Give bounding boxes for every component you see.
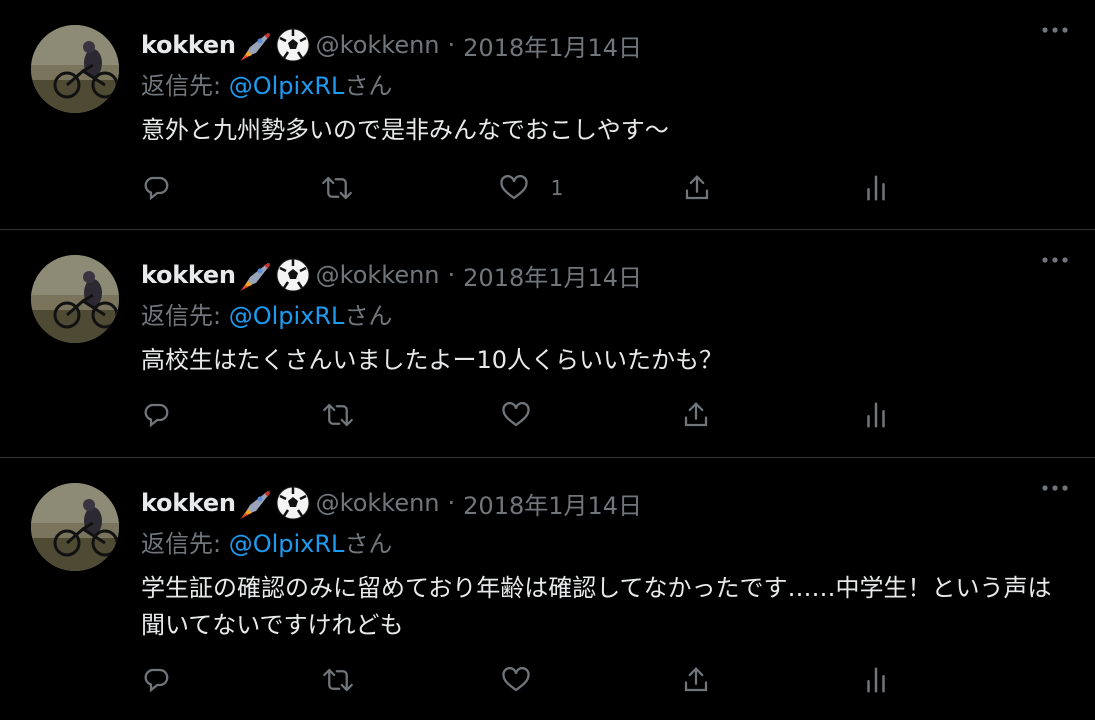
retweet-button[interactable] (321, 665, 381, 695)
tweet-actions: 1 (141, 168, 921, 208)
retweet-icon (323, 403, 353, 427)
tweet[interactable]: kokken @kokkenn · 2018年1月14日 返信先: @Olpix… (0, 230, 1095, 458)
separator-dot: · (447, 489, 456, 517)
tweet-actions (141, 660, 921, 700)
avatar-cyclist-image (31, 255, 119, 343)
reply-icon (144, 176, 169, 201)
like-button[interactable] (501, 665, 561, 695)
soccer-ball-icon (276, 28, 310, 62)
tweet-text: 学生証の確認のみに留めており年齢は確認してなかったです……中学生！という声は聞い… (141, 574, 1052, 639)
reply-suffix: さん (344, 72, 393, 100)
avatar-cyclist-image (31, 483, 119, 571)
separator-dot: · (447, 261, 456, 289)
heart-icon (500, 175, 528, 200)
tweet-header: kokken @kokkenn · 2018年1月14日 (141, 480, 1075, 526)
reply-prefix: 返信先: (141, 72, 229, 100)
display-name[interactable]: kokken (141, 31, 236, 59)
reply-prefix: 返信先: (141, 530, 229, 558)
retweet-icon (323, 668, 353, 692)
tweet[interactable]: kokken @kokkenn · 2018年1月14日 返信先: @Olpix… (0, 458, 1095, 720)
avatar[interactable] (31, 25, 119, 113)
share-button[interactable] (681, 400, 741, 430)
avatar[interactable] (31, 483, 119, 571)
heart-icon (502, 402, 530, 427)
display-name[interactable]: kokken (141, 261, 236, 289)
analytics-icon (867, 667, 885, 693)
like-button[interactable] (501, 400, 561, 430)
analytics-icon (867, 175, 885, 201)
rocket-icon (238, 29, 274, 61)
reply-button[interactable] (141, 665, 201, 695)
reply-to-line: 返信先: @OlpixRLさん (141, 298, 1075, 334)
soccer-ball-icon (276, 486, 310, 520)
more-options-button[interactable] (1035, 240, 1075, 280)
tweet-date[interactable]: 2018年1月14日 (463, 486, 642, 521)
retweet-button[interactable] (321, 400, 381, 430)
user-handle[interactable]: @kokkenn (316, 261, 440, 289)
reply-suffix: さん (344, 530, 393, 558)
analytics-button[interactable] (861, 173, 921, 203)
display-name[interactable]: kokken (141, 489, 236, 517)
avatar[interactable] (31, 255, 119, 343)
analytics-icon (867, 402, 885, 428)
share-button[interactable] (681, 665, 741, 695)
reply-icon (144, 668, 169, 693)
user-handle[interactable]: @kokkenn (316, 489, 440, 517)
reply-mention-link[interactable]: @OlpixRL (229, 530, 345, 558)
analytics-button[interactable] (861, 400, 921, 430)
tweet-header: kokken @kokkenn · 2018年1月14日 (141, 22, 1075, 68)
avatar-cyclist-image (31, 25, 119, 113)
tweet[interactable]: kokken @kokkenn · 2018年1月14日 返信先: @Olpix… (0, 0, 1095, 230)
retweet-icon (321, 176, 352, 200)
reply-button[interactable] (141, 173, 201, 203)
more-options-button[interactable] (1035, 468, 1075, 508)
reply-icon (144, 403, 169, 428)
analytics-button[interactable] (861, 665, 921, 695)
heart-icon (502, 667, 530, 692)
tweet-text: 高校生はたくさんいましたよー10人くらいいたかも？ (141, 346, 724, 374)
timeline: kokken @kokkenn · 2018年1月14日 返信先: @Olpix… (0, 0, 1095, 720)
tweet-header: kokken @kokkenn · 2018年1月14日 (141, 252, 1075, 298)
like-button[interactable]: 1 (499, 173, 564, 203)
share-icon (686, 175, 709, 200)
reply-prefix: 返信先: (141, 302, 229, 330)
share-icon (684, 402, 708, 427)
rocket-icon (238, 259, 274, 291)
separator-dot: · (447, 31, 456, 59)
soccer-ball-icon (276, 258, 310, 292)
more-options-icon (1042, 27, 1068, 33)
more-options-icon (1042, 257, 1068, 263)
reply-button[interactable] (141, 400, 201, 430)
reply-suffix: さん (344, 302, 393, 330)
more-options-button[interactable] (1035, 10, 1075, 50)
user-handle[interactable]: @kokkenn (316, 31, 440, 59)
reply-mention-link[interactable]: @OlpixRL (229, 72, 345, 100)
reply-to-line: 返信先: @OlpixRLさん (141, 68, 1075, 104)
rocket-icon (238, 487, 274, 519)
reply-mention-link[interactable]: @OlpixRL (229, 302, 345, 330)
tweet-actions (141, 395, 921, 435)
reply-to-line: 返信先: @OlpixRLさん (141, 526, 1075, 562)
tweet-date[interactable]: 2018年1月14日 (463, 28, 642, 63)
share-button[interactable] (682, 173, 742, 203)
share-icon (684, 667, 708, 692)
more-options-icon (1042, 485, 1068, 491)
tweet-date[interactable]: 2018年1月14日 (463, 258, 642, 293)
retweet-button[interactable] (320, 173, 380, 203)
tweet-text: 意外と九州勢多いので是非みんなでおこしやす〜 (141, 116, 669, 144)
like-count: 1 (550, 176, 564, 200)
